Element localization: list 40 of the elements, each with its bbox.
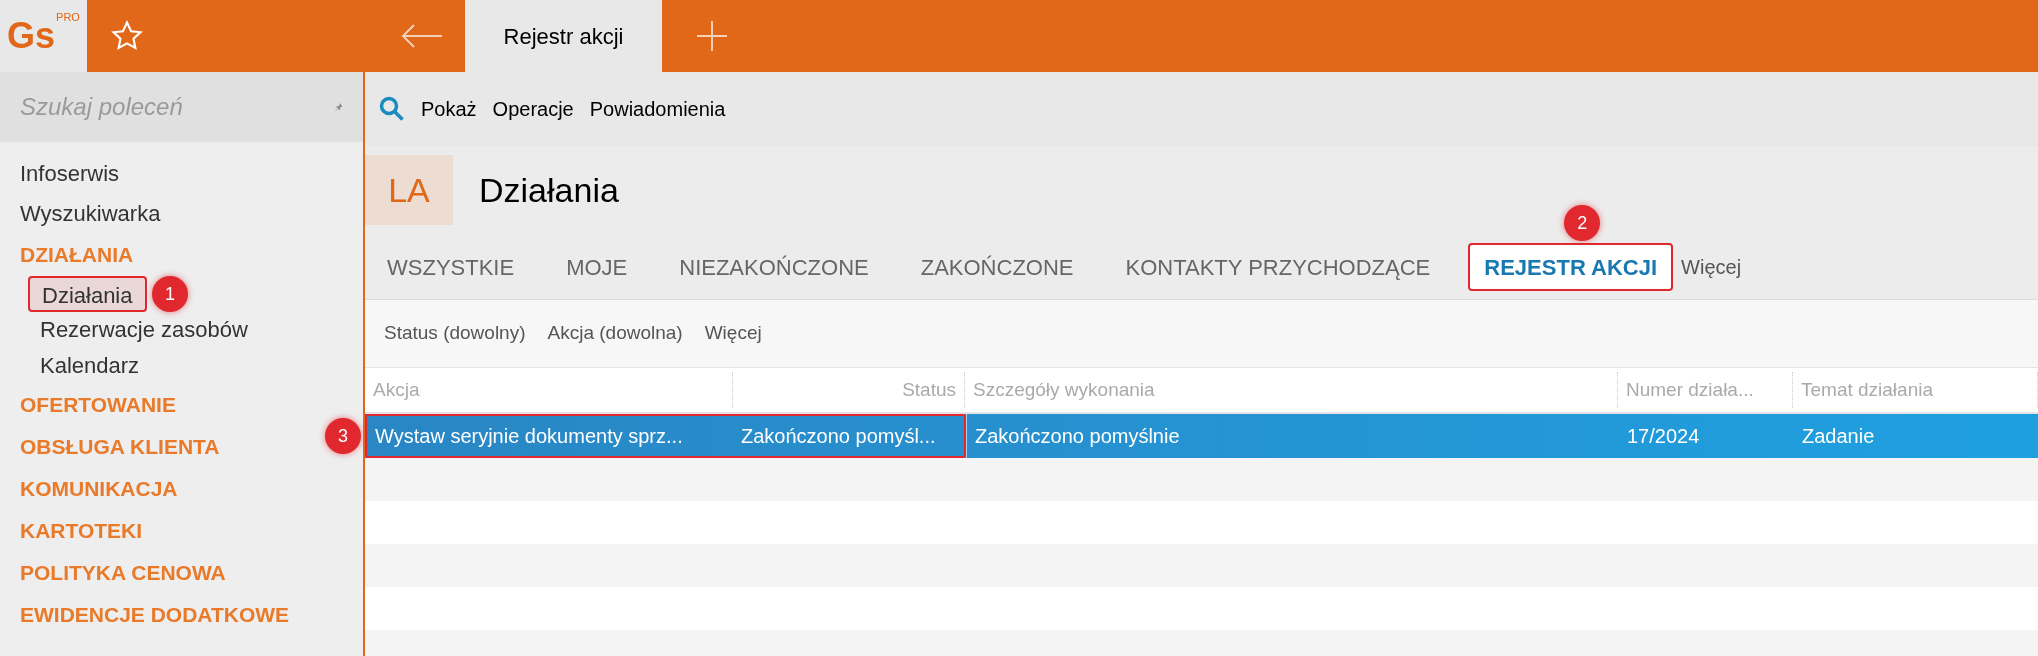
table-cell-text: Zadanie	[1801, 424, 1876, 449]
toolbar-menu[interactable]: Powiadomienia	[589, 94, 726, 124]
filter-button[interactable]: Status (dowolny)	[384, 319, 526, 348]
sidebar-link[interactable]: Wyszukiwarka	[20, 194, 363, 234]
sidebar-section[interactable]: POLITYKA CENOWA	[20, 552, 226, 594]
view-tab[interactable]: WSZYSTKIE	[373, 243, 529, 291]
view-tab[interactable]: REJESTR AKCJI	[1468, 243, 1674, 291]
filter-button[interactable]: Akcja (dowolna)	[547, 319, 683, 348]
sidebar-section[interactable]: OBSŁUGA KLIENTA	[20, 426, 220, 468]
window-tab[interactable]: Rejestr akcji	[465, 0, 662, 72]
search-bar[interactable]: Szukaj poleceń	[0, 72, 363, 142]
search-icon	[379, 96, 405, 122]
sidebar-link[interactable]: Infoserwis	[20, 154, 363, 194]
table-cell-text: Zakończono pomyśl...	[740, 424, 937, 449]
star-icon	[110, 19, 144, 53]
callout-badge: 1	[152, 276, 188, 312]
view-tab[interactable]: KONTAKTY PRZYCHODZĄCE	[1111, 243, 1445, 291]
sidebar-item[interactable]: Działania	[28, 276, 147, 312]
view-tab[interactable]: NIEZAKOŃCZONE	[665, 243, 883, 291]
plus-icon	[696, 20, 728, 52]
filter-button[interactable]: Więcej	[704, 319, 762, 348]
back-arrow-icon	[401, 23, 443, 49]
toolbar-menu[interactable]: Pokaż	[421, 94, 477, 124]
module-badge: LA	[365, 155, 453, 225]
table-cell-text: Wystaw seryjnie dokumenty sprz...	[374, 424, 684, 449]
sidebar-section[interactable]: OFERTOWANIE	[20, 384, 176, 426]
more-tabs-button[interactable]: Więcej	[1681, 235, 1742, 299]
view-tab[interactable]: ZAKOŃCZONE	[906, 243, 1088, 291]
sidebar-section[interactable]: KOMUNIKACJA	[20, 468, 178, 510]
table-row[interactable]: Wystaw seryjnie dokumenty sprz... Zakończono pomyśl... Zakończono pomyślnie 17/2024 Zadanie	[365, 414, 2038, 458]
command-search-field[interactable]: Szukaj poleceń	[20, 89, 335, 125]
sidebar-section[interactable]: EWIDENCJE DODATKOWE	[20, 594, 290, 636]
sidebar-item[interactable]: Kalendarz	[28, 348, 152, 384]
sidebar-section[interactable]: KARTOTEKI	[20, 510, 143, 552]
toolbar-menu[interactable]: Operacje	[492, 94, 574, 124]
page-title: Działania	[479, 169, 619, 211]
table-cell-text: 17/2024	[1626, 424, 1701, 449]
sidebar-section[interactable]: DZIAŁANIA	[20, 234, 134, 276]
sidebar-item[interactable]: Rezerwacje zasobów	[28, 312, 260, 348]
view-tab[interactable]: MOJE	[552, 243, 642, 291]
